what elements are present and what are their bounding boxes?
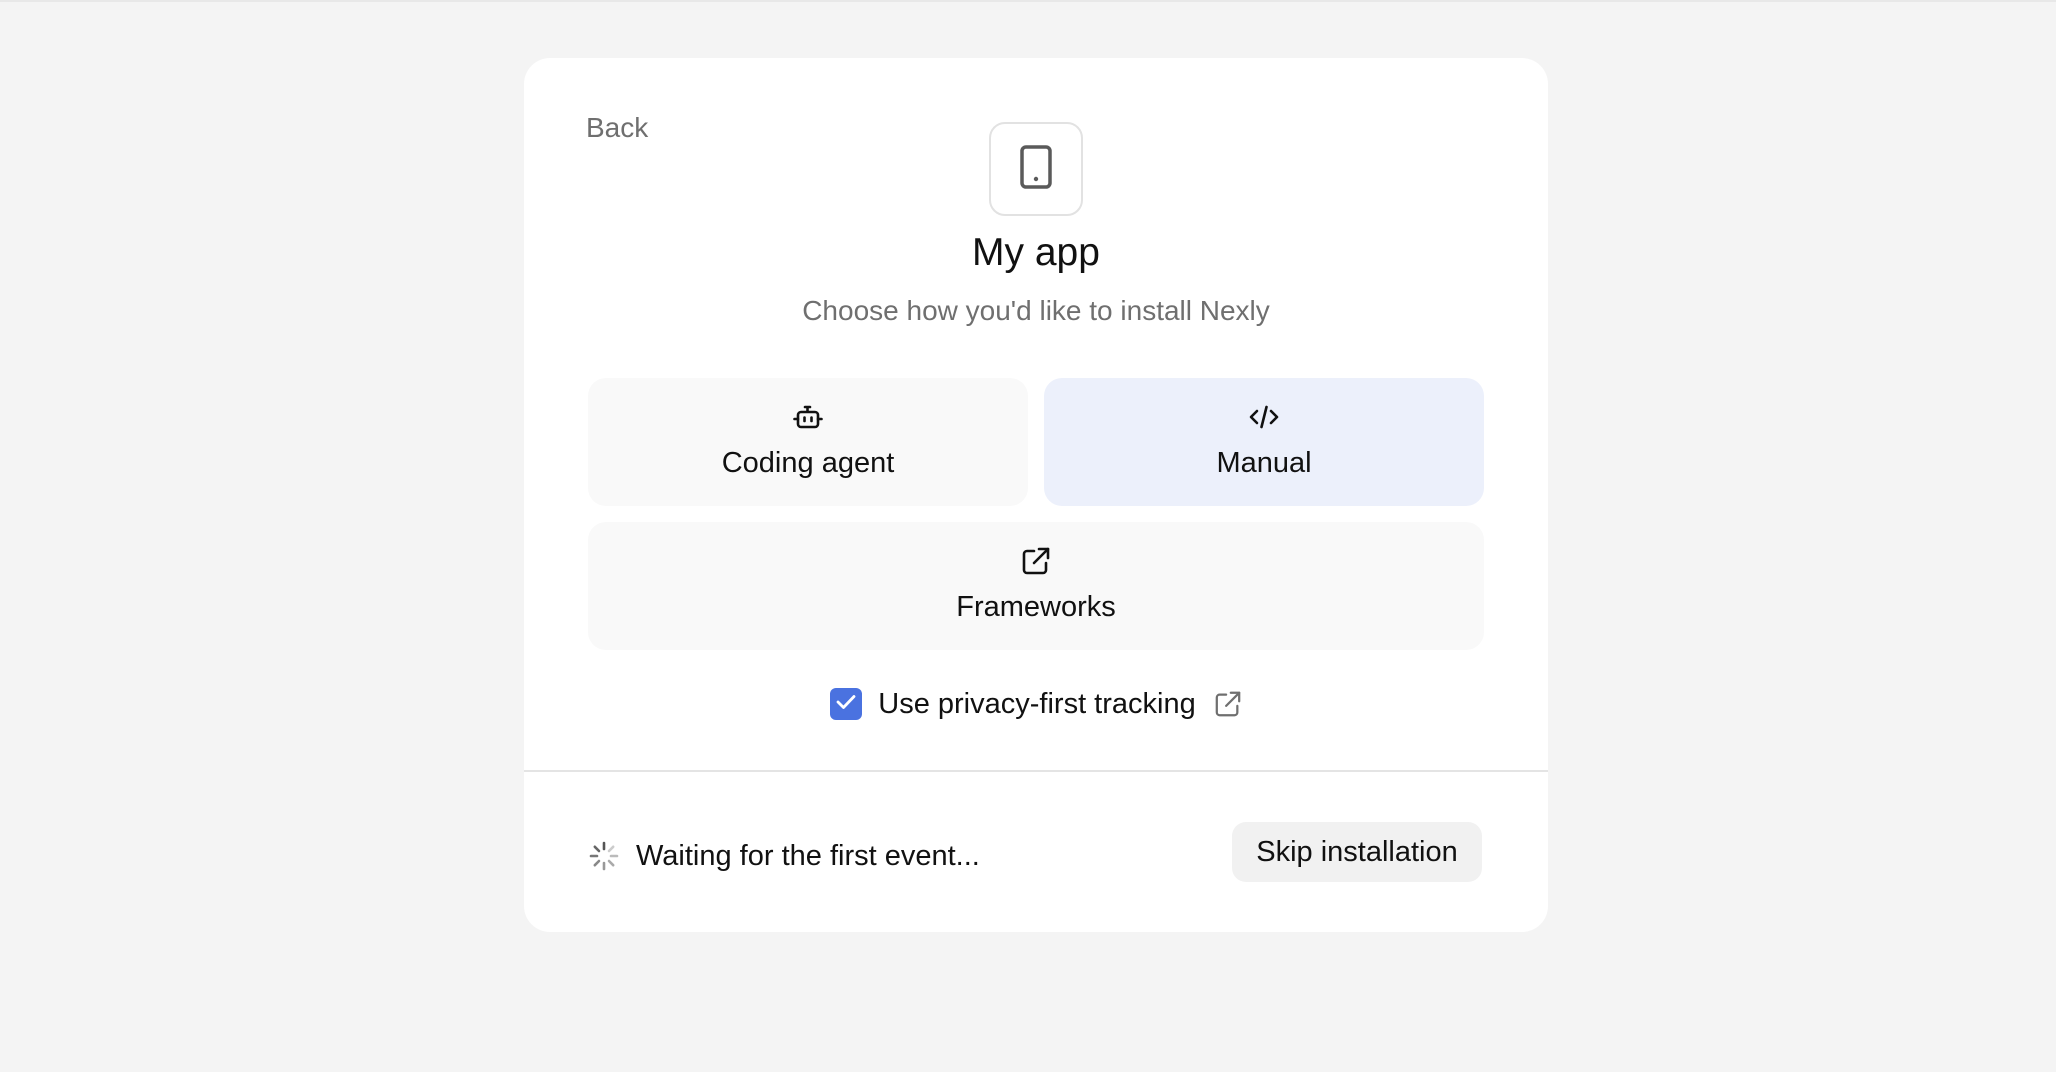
back-link[interactable]: Back — [586, 114, 648, 142]
option-coding-agent-label: Coding agent — [721, 446, 895, 479]
external-link-icon[interactable] — [1214, 690, 1242, 718]
status: Waiting for the first event... — [588, 836, 980, 876]
tablet-icon — [1019, 144, 1053, 195]
checkmark-icon — [835, 693, 857, 716]
skip-installation-button[interactable]: Skip installation — [1232, 822, 1482, 882]
privacy-checkbox[interactable] — [830, 688, 863, 720]
divider — [524, 770, 1548, 772]
top-border — [0, 0, 2056, 2]
code-icon — [1249, 405, 1279, 434]
external-link-icon — [1021, 546, 1051, 581]
option-coding-agent[interactable]: Coding agent — [588, 378, 1028, 506]
spinner-icon — [588, 840, 620, 872]
status-text: Waiting for the first event... — [636, 839, 980, 872]
option-frameworks-label: Frameworks — [956, 590, 1116, 623]
install-card: Back My app Choose how you'd like to ins… — [524, 58, 1548, 932]
option-manual[interactable]: Manual — [1044, 378, 1484, 506]
robot-icon — [793, 404, 823, 435]
app-icon-box — [989, 122, 1083, 216]
privacy-label[interactable]: Use privacy-first tracking — [878, 688, 1195, 721]
option-frameworks[interactable]: Frameworks — [588, 522, 1484, 650]
page-title: My app — [972, 231, 1100, 274]
privacy-row: Use privacy-first tracking — [524, 684, 1548, 724]
page-subtitle: Choose how you'd like to install Nexly — [802, 295, 1270, 326]
option-manual-label: Manual — [1216, 446, 1312, 479]
